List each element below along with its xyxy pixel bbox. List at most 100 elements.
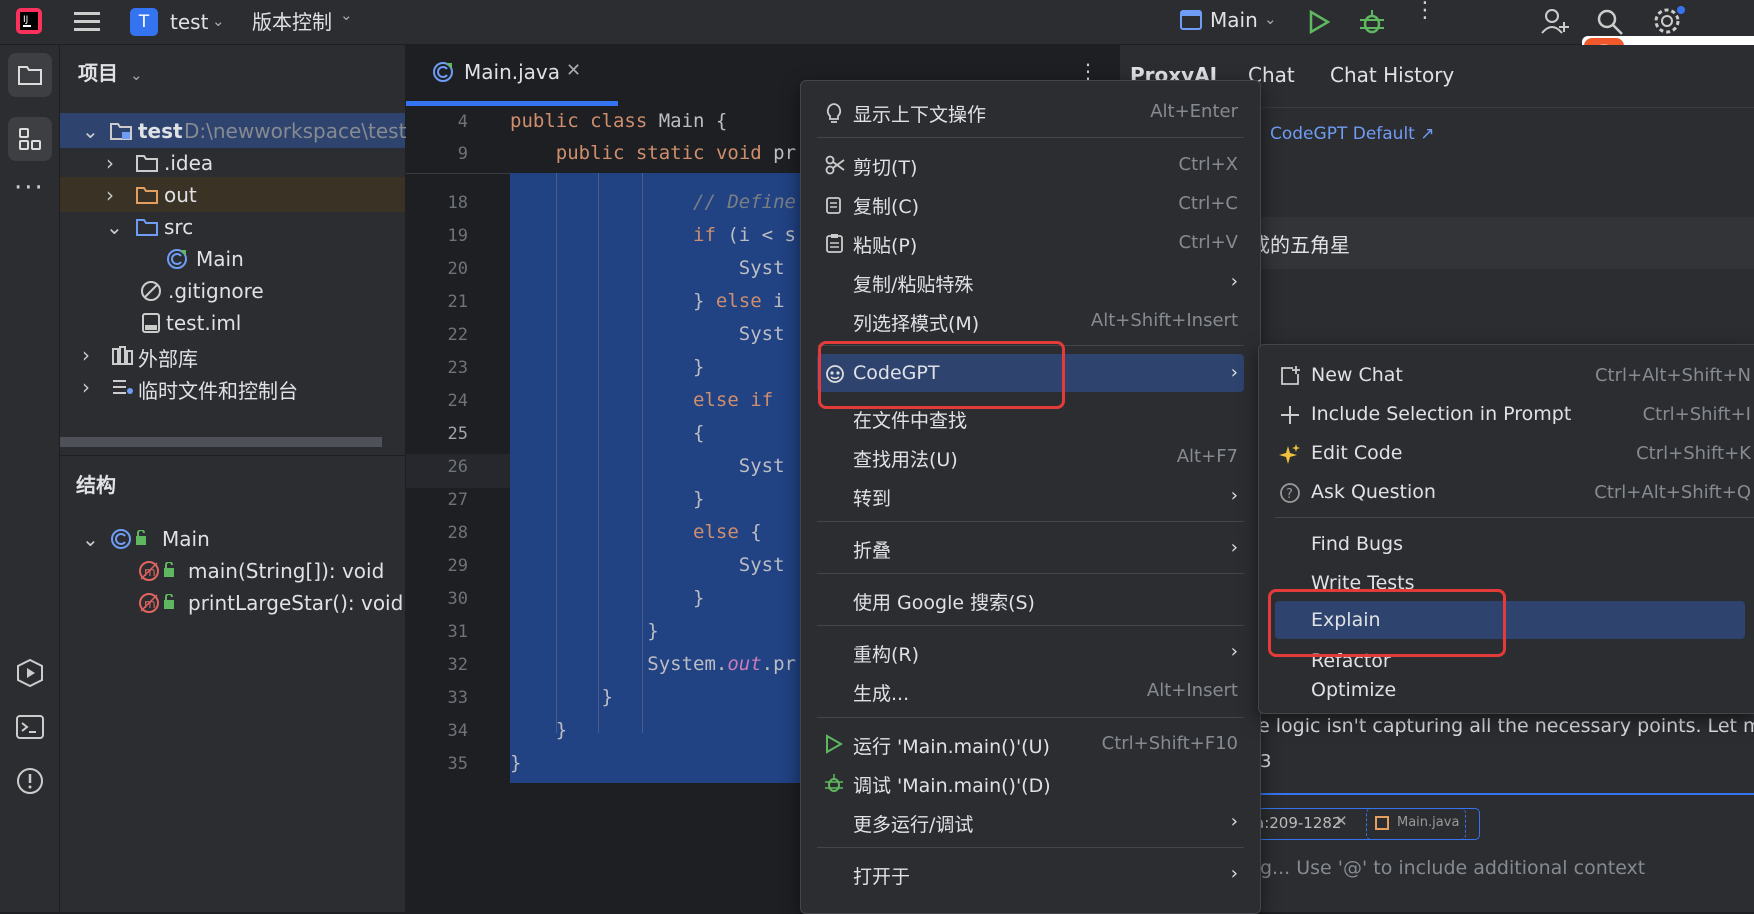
- tree-item-label: 外部库: [138, 347, 198, 371]
- code-line: public class Main {: [510, 110, 728, 132]
- project-panel-header[interactable]: 项目 ⌄: [78, 57, 143, 86]
- menu-item-label: 在文件中查找: [853, 410, 968, 432]
- menu-item-run-main[interactable]: 运行 'Main.main()'(U) Ctrl+Shift+F10: [801, 725, 1260, 761]
- menu-item-shortcut: Ctrl+Alt+Shift+N: [1594, 365, 1751, 386]
- tree-item-idea[interactable]: › .idea: [60, 145, 405, 180]
- menu-separator: [1275, 517, 1754, 518]
- svg-text:?: ?: [1286, 487, 1293, 502]
- menu-item-label: 复制/粘贴特殊: [853, 274, 974, 296]
- structure-item-main-class[interactable]: ⌄ Main: [60, 521, 405, 556]
- run-config-icon: [1180, 10, 1202, 30]
- menu-item-shortcut: Alt+F7: [1176, 446, 1238, 467]
- menu-item-open-in[interactable]: 打开于 ›: [801, 855, 1260, 891]
- submenu-item-optimize[interactable]: Optimize: [1259, 672, 1754, 708]
- annotation-box-explain: [1268, 589, 1506, 657]
- line-number: 35: [447, 754, 468, 774]
- tree-item-label: Main: [196, 247, 244, 271]
- submenu-item-find-bugs[interactable]: Find Bugs: [1259, 526, 1754, 562]
- input-focus-border: [1250, 793, 1754, 795]
- tree-item-scratches[interactable]: › 临时文件和控制台: [60, 369, 405, 404]
- more-actions-icon[interactable]: ⋮: [1414, 0, 1436, 22]
- run-icon[interactable]: [1308, 10, 1330, 34]
- problems-icon[interactable]: [14, 765, 46, 797]
- menu-item-shortcut: Ctrl+Shift+K: [1636, 443, 1751, 464]
- line-number: 23: [447, 358, 468, 378]
- menu-item-refactor[interactable]: 重构(R) ›: [801, 633, 1260, 669]
- structure-item-label: Main: [162, 527, 210, 551]
- tree-item-out[interactable]: › out: [60, 177, 405, 212]
- chip-close-icon[interactable]: ✕: [1335, 812, 1348, 830]
- tree-item-test-iml[interactable]: test.iml: [60, 305, 405, 340]
- menu-separator: [817, 717, 1244, 718]
- collapse-chevron-icon: ›: [106, 183, 114, 207]
- code-line: }: [510, 752, 522, 774]
- close-tab-icon[interactable]: ✕: [566, 60, 581, 81]
- more-tools-icon[interactable]: ···: [14, 173, 45, 203]
- structure-tool-button[interactable]: [8, 117, 52, 161]
- menu-item-goto[interactable]: 转到 ›: [801, 477, 1260, 513]
- code-line: } else i: [510, 290, 785, 312]
- context-chip-file[interactable]: Main.java: [1366, 808, 1466, 840]
- tree-item-main[interactable]: Main: [60, 241, 405, 276]
- code-line: Syst: [510, 323, 785, 345]
- tree-item-label: .gitignore: [168, 279, 264, 303]
- menu-item-debug-main[interactable]: 调试 'Main.main()'(D): [801, 764, 1260, 800]
- menu-item-find-usages[interactable]: 查找用法(U) Alt+F7: [801, 438, 1260, 474]
- menu-item-folding[interactable]: 折叠 ›: [801, 529, 1260, 565]
- submenu-arrow-icon: ›: [1230, 811, 1238, 832]
- collapse-chevron-icon: ›: [82, 375, 90, 399]
- tab-chat-history[interactable]: Chat History: [1330, 63, 1454, 87]
- tab-label: Main.java: [464, 60, 561, 84]
- menu-item-shortcut: Ctrl+Shift+F10: [1101, 733, 1238, 754]
- intellij-logo-icon[interactable]: IJ: [14, 6, 44, 36]
- public-lock-icon: [162, 562, 176, 578]
- submenu-item-edit-code[interactable]: Edit Code Ctrl+Shift+K: [1259, 435, 1754, 471]
- active-tab-indicator: [406, 101, 618, 106]
- menu-item-search-google[interactable]: 使用 Google 搜索(S): [801, 581, 1260, 617]
- menu-item-column-selection[interactable]: 列选择模式(M) Alt+Shift+Insert: [801, 302, 1260, 338]
- vcs-menu[interactable]: 版本控制 ⌄: [252, 6, 353, 35]
- expand-chevron-icon: ⌄: [82, 119, 99, 143]
- module-folder-icon: [110, 121, 132, 141]
- structure-item-main-method[interactable]: m main(String[]): void: [60, 553, 405, 588]
- submenu-item-include-selection[interactable]: Include Selection in Prompt Ctrl+Shift+I: [1259, 396, 1754, 432]
- tree-item-label: .idea: [164, 151, 214, 175]
- tree-item-external-libraries[interactable]: › 外部库: [60, 337, 405, 372]
- run-config-name: Main: [1210, 8, 1258, 32]
- tree-item-label: test: [138, 119, 183, 143]
- menu-item-copy-paste-special[interactable]: 复制/粘贴特殊 ›: [801, 263, 1260, 299]
- search-icon[interactable]: [1596, 8, 1624, 36]
- main-menu-icon[interactable]: [74, 10, 100, 34]
- menu-item-more-run-debug[interactable]: 更多运行/调试 ›: [801, 803, 1260, 839]
- menu-item-cut[interactable]: 剪切(T) Ctrl+X: [801, 146, 1260, 182]
- menu-item-label: 折叠: [853, 540, 892, 562]
- tree-item-src[interactable]: ⌄ src: [60, 209, 405, 244]
- add-user-icon[interactable]: [1540, 6, 1570, 36]
- horizontal-scrollbar[interactable]: [60, 437, 382, 447]
- java-class-icon: [432, 61, 454, 83]
- debug-icon[interactable]: [1358, 8, 1386, 36]
- menu-item-show-context-actions[interactable]: 显示上下文操作 Alt+Enter: [801, 93, 1260, 129]
- submenu-item-ask-question[interactable]: ? Ask Question Ctrl+Alt+Shift+Q: [1259, 474, 1754, 510]
- chevron-down-icon: ⌄: [212, 12, 225, 30]
- terminal-icon[interactable]: [14, 711, 46, 743]
- model-link[interactable]: CodeGPT Default ↗: [1270, 124, 1435, 144]
- menu-item-generate[interactable]: 生成... Alt+Insert: [801, 672, 1260, 708]
- project-badge: T: [130, 8, 158, 36]
- services-icon[interactable]: [14, 657, 46, 689]
- structure-item-printlargestar-method[interactable]: m printLargeStar(): void: [60, 585, 405, 620]
- excluded-folder-icon: [136, 185, 158, 205]
- submenu-item-new-chat[interactable]: New Chat Ctrl+Alt+Shift+N: [1259, 357, 1754, 393]
- menu-item-copy[interactable]: 复制(C) Ctrl+C: [801, 185, 1260, 221]
- indent-guide: [598, 173, 599, 733]
- project-tool-button[interactable]: [8, 53, 52, 97]
- code-line: }: [510, 356, 705, 378]
- line-number: 20: [447, 259, 468, 279]
- tree-item-label: out: [164, 183, 197, 207]
- menu-item-label: 使用 Google 搜索(S): [853, 592, 1035, 614]
- expand-chevron-icon: ⌄: [106, 215, 123, 239]
- tree-item-gitignore[interactable]: .gitignore: [60, 273, 405, 308]
- menu-item-paste[interactable]: 粘贴(P) Ctrl+V: [801, 224, 1260, 260]
- tree-item-test[interactable]: ⌄ test D:\newworkspace\test: [60, 113, 406, 148]
- chat-input[interactable]: g... Use '@' to include additional conte…: [1260, 857, 1645, 879]
